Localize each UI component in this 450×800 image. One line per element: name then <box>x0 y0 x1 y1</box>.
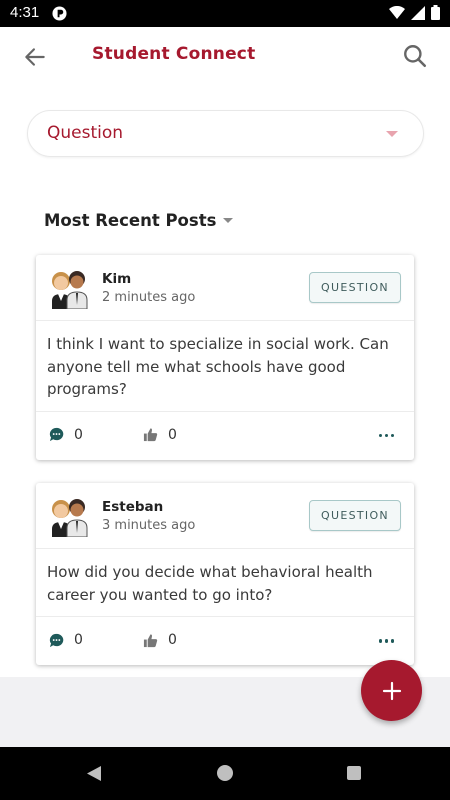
post-header: Esteban 3 minutes ago QUESTION <box>36 483 414 549</box>
post-author: Esteban <box>102 499 164 515</box>
app-notification-icon <box>52 6 67 21</box>
post-header: Kim 2 minutes ago QUESTION <box>36 255 414 321</box>
nav-back-icon[interactable] <box>86 765 102 782</box>
sort-selector[interactable]: Most Recent Posts <box>44 211 234 230</box>
status-icons <box>389 5 440 20</box>
post-card[interactable]: Esteban 3 minutes ago QUESTION How did y… <box>36 483 414 665</box>
nav-home-icon[interactable] <box>217 765 233 781</box>
like-count: 0 <box>168 632 177 648</box>
post-body: How did you decide what behavioral healt… <box>36 549 414 617</box>
post-footer: 0 0 <box>36 412 414 460</box>
post-author: Kim <box>102 271 132 287</box>
comment-button[interactable]: 0 <box>49 427 83 443</box>
add-post-button[interactable] <box>361 660 422 721</box>
post-time: 2 minutes ago <box>102 290 196 305</box>
comment-icon <box>49 427 64 442</box>
like-count: 0 <box>168 426 177 443</box>
nav-recents-icon[interactable] <box>347 766 361 780</box>
category-badge[interactable]: QUESTION <box>309 500 401 531</box>
system-nav-bar <box>0 747 450 800</box>
back-arrow-icon[interactable] <box>22 44 48 70</box>
wifi-icon <box>389 5 405 19</box>
post-time: 3 minutes ago <box>102 518 196 533</box>
more-icon[interactable] <box>378 433 394 437</box>
status-bar: 4:31 <box>0 0 450 27</box>
status-time: 4:31 <box>10 4 40 21</box>
comment-count: 0 <box>74 632 83 648</box>
avatar-icon <box>52 499 88 537</box>
post-card[interactable]: Kim 2 minutes ago QUESTION I think I wan… <box>36 255 414 460</box>
post-footer: 0 0 <box>36 617 414 665</box>
category-filter-dropdown[interactable]: Question <box>27 110 424 157</box>
category-badge[interactable]: QUESTION <box>309 272 401 303</box>
thumbs-up-icon <box>143 633 158 647</box>
comment-count: 0 <box>74 426 83 443</box>
section-title: Most Recent Posts <box>44 211 217 230</box>
comment-button[interactable]: 0 <box>49 632 83 648</box>
search-icon[interactable] <box>402 43 428 69</box>
signal-icon <box>411 5 425 20</box>
chevron-down-icon <box>223 218 234 223</box>
thumbs-up-icon <box>143 428 158 442</box>
battery-icon <box>431 5 440 20</box>
comment-icon <box>49 633 64 647</box>
plus-icon <box>382 681 401 700</box>
avatar-icon <box>52 271 88 309</box>
filter-selected-value: Question <box>47 123 124 143</box>
chevron-down-icon <box>386 131 398 137</box>
like-button[interactable]: 0 <box>143 632 177 648</box>
like-button[interactable]: 0 <box>143 427 177 443</box>
app-bar: Student Connect <box>0 27 450 85</box>
page-title: Student Connect <box>92 44 256 64</box>
post-body: I think I want to specialize in social w… <box>36 321 414 412</box>
more-icon[interactable] <box>378 639 394 643</box>
